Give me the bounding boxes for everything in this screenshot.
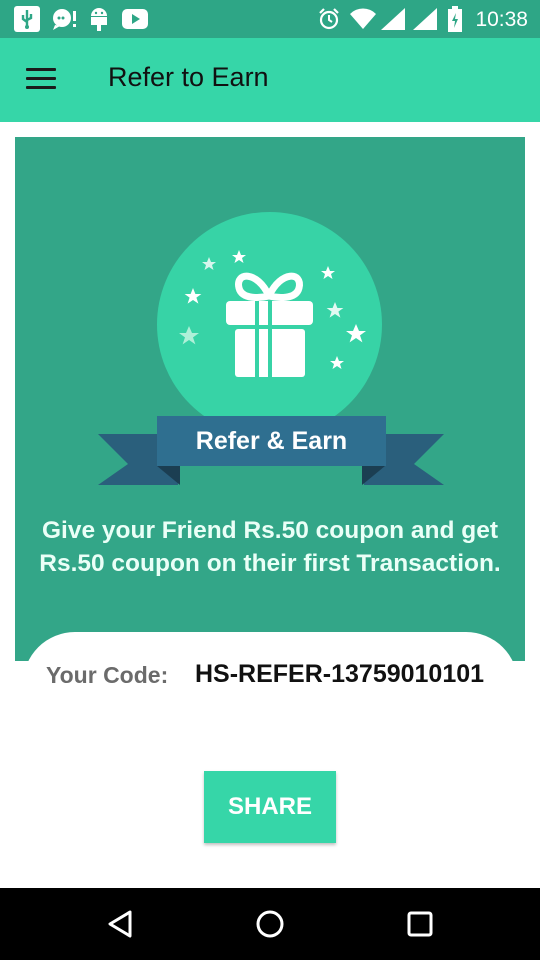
status-time: 10:38 xyxy=(475,8,528,31)
recents-square-icon[interactable] xyxy=(402,906,438,942)
signal-icon-2 xyxy=(413,8,437,35)
battery-charging-icon xyxy=(448,6,462,37)
navigation-bar xyxy=(0,888,540,960)
youtube-icon xyxy=(122,9,148,34)
app-bar: Refer to Earn xyxy=(0,38,540,122)
alarm-icon xyxy=(318,8,340,35)
offer-text: Give your Friend Rs.50 coupon and get Rs… xyxy=(39,517,501,577)
wifi-icon xyxy=(350,8,376,35)
back-triangle-icon[interactable] xyxy=(102,906,138,942)
status-bar: 10:38 xyxy=(0,0,540,38)
share-button[interactable]: SHARE xyxy=(204,771,336,843)
code-label: Your Code: xyxy=(46,662,169,688)
home-circle-icon[interactable] xyxy=(252,906,288,942)
usb-icon xyxy=(14,6,40,37)
page-title: Refer to Earn xyxy=(108,62,269,92)
chat-notification-icon xyxy=(52,7,78,36)
referral-code-panel xyxy=(23,632,518,752)
hamburger-menu-icon[interactable] xyxy=(26,68,56,92)
ribbon-label: Refer & Earn xyxy=(195,427,348,455)
hero-circle xyxy=(157,212,382,437)
referral-code-value[interactable]: HS-REFER-13759010101 xyxy=(195,660,484,689)
signal-icon xyxy=(381,8,405,35)
gift-box-icon xyxy=(179,250,366,377)
android-debug-icon xyxy=(88,6,110,37)
